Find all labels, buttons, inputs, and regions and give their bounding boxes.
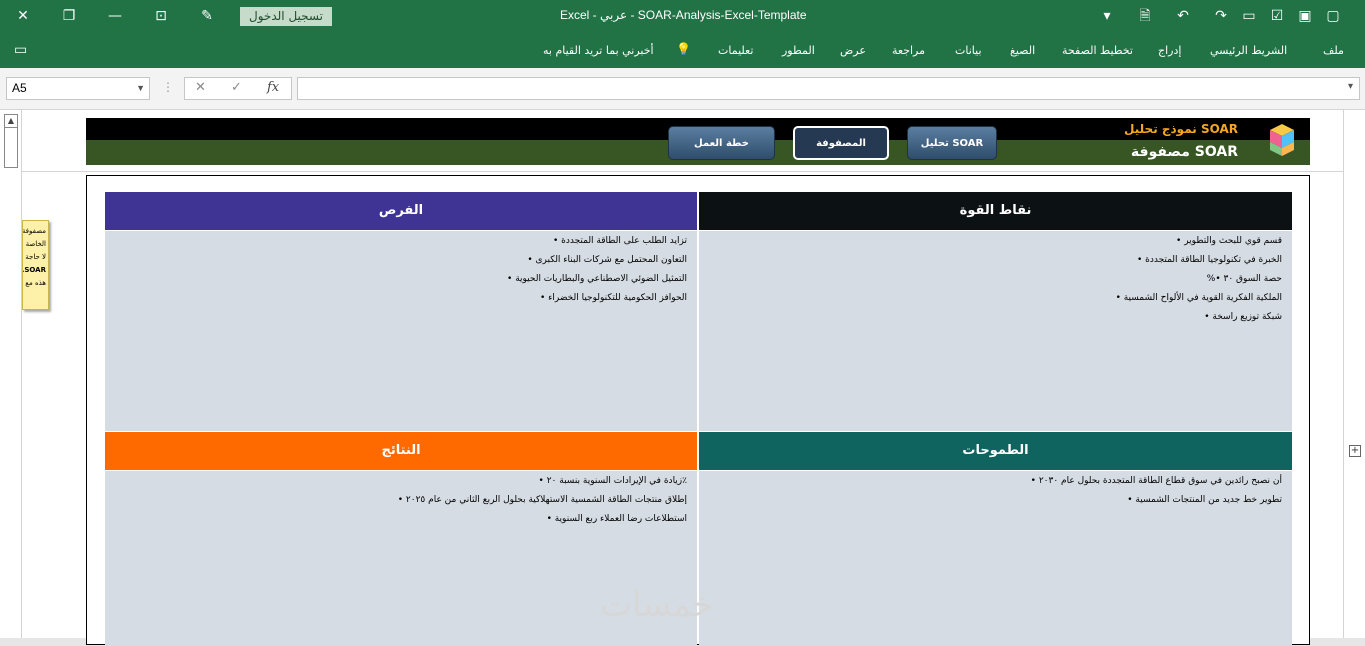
strengths-list[interactable]: قسم قوي للبحث والتطوير • الخبرة في تكنول… [699,231,1292,431]
tab-page-layout[interactable]: تخطيط الصفحة [1062,44,1133,57]
list-item: الحوافز الحكومية للتكنولوجيا الخضراء • [540,293,687,303]
title-bar: ✕ ❐ — ⊡ ✎ تسجيل الدخول Excel - عربي - SO… [0,0,1365,32]
insert-function-icon[interactable]: fx [267,80,279,95]
close-icon[interactable]: ✕ [0,0,46,32]
window-title: Excel - عربي - SOAR-Analysis-Excel-Templ… [560,8,807,22]
list-item: التمثيل الضوئي الاصطناعي والبطاريات الحي… [507,274,687,284]
opportunities-list[interactable]: تزايد الطلب على الطاقة المتجددة • التعاو… [105,231,697,431]
list-item: استطلاعات رضا العملاء ربع السنوية • [546,514,687,524]
tab-formulas[interactable]: الصيغ [1010,44,1035,57]
note-line: SOAR. [23,266,46,274]
worksheet[interactable]: ▲ + نموذج تحليل SOAR مصفوفة SOAR تحليل S… [0,110,1365,646]
list-item: ٪زيادة في الإيرادات السنوية بنسبة ٢٠ • [538,476,687,486]
list-item: قسم قوي للبحث والتطوير • [1176,236,1282,246]
ribbon: ▭ أخبرني بما تريد القيام به 💡 تعليمات ال… [0,32,1365,68]
note-line: لا حاجة [25,253,46,261]
aspirations-header: الطموحات [699,432,1292,470]
list-item: التعاون المحتمل مع شركات البناء الكبرى • [527,255,687,265]
name-box[interactable]: A5 ▼ [6,77,150,100]
sticky-note[interactable]: مصفوفة الخاصة لا حاجة SOAR. هذه مع [22,220,49,310]
formula-bar: A5 ▼ ⋮ ✕ ✓ fx ▾ [0,68,1365,110]
print-preview-icon[interactable]: 🗎 [1134,6,1156,26]
minimize-icon[interactable]: — [92,0,138,32]
template-header: نموذج تحليل SOAR مصفوفة SOAR تحليل SOAR … [86,118,1310,165]
list-item: الملكية الفكرية القوية في الألواح الشمسي… [1115,293,1282,303]
form-icon[interactable]: ☑ [1266,6,1288,26]
opportunities-header: الفرص [105,192,697,230]
tab-view[interactable]: عرض [840,44,866,57]
tab-home[interactable]: الشريط الرئيسي [1210,44,1287,57]
expand-plus-icon[interactable]: + [1349,445,1361,457]
ribbon-display-icon[interactable]: ⊡ [138,0,184,32]
comment-icon[interactable]: ▭ [14,42,27,58]
new-file-icon[interactable]: ▢ [1322,6,1344,26]
list-item: أن نصبح رائدين في سوق قطاع الطاقة المتجد… [1030,476,1282,486]
cancel-icon[interactable]: ✕ [195,80,206,95]
chevron-down-icon[interactable]: ▼ [136,78,145,99]
undo-icon[interactable]: ↶ [1172,6,1194,26]
expand-formula-icon[interactable]: ▾ [1348,81,1353,92]
enter-icon[interactable]: ✓ [231,80,242,95]
tab-data[interactable]: بيانات [955,44,982,57]
strengths-header: نقاط القوة [699,192,1292,230]
vertical-scrollbar[interactable]: ▲ [0,110,22,638]
list-item: حصة السوق ٣٠ •% [1206,274,1282,284]
results-header: النتائج [105,432,697,470]
signin-button[interactable]: تسجيل الدخول [240,7,332,26]
row-divider [22,171,1343,172]
scroll-thumb[interactable] [4,128,18,168]
aspirations-list[interactable]: أن نصبح رائدين في سوق قطاع الطاقة المتجد… [699,471,1292,646]
page-title: مصفوفة SOAR [1130,144,1238,160]
cube-logo-icon [1270,124,1294,156]
note-line: الخاصة [25,240,46,248]
restore-icon[interactable]: ❐ [46,0,92,32]
open-icon[interactable]: ▭ [1238,6,1260,26]
watermark-logo: خمسات [600,585,714,625]
save-icon[interactable]: ▣ [1294,6,1316,26]
nav-matrix-button[interactable]: المصفوفة [793,126,889,160]
tab-developer[interactable]: المطور [782,44,815,57]
pen-icon[interactable]: ✎ [184,0,230,32]
tab-review[interactable]: مراجعة [892,44,925,57]
lightbulb-icon: 💡 [676,42,691,56]
list-item: الخبرة في تكنولوجيا الطاقة المتجددة • [1136,255,1282,265]
name-box-value: A5 [12,81,27,95]
tab-help[interactable]: تعليمات [718,44,753,57]
customize-qat-icon[interactable]: ▾ [1096,6,1118,26]
soar-matrix: نقاط القوة الفرص قسم قوي للبحث والتطوير … [86,175,1310,646]
note-line: مصفوفة [22,227,46,235]
nav-action-plan-button[interactable]: خطة العمل [668,126,775,160]
list-item: تطوير خط جديد من المنتجات الشمسية • [1127,495,1282,505]
note-line: هذه مع [25,279,46,287]
list-item: إطلاق منتجات الطاقة الشمسية الاستهلاكية … [397,495,687,505]
tab-insert[interactable]: إدراج [1158,44,1181,57]
list-item: شبكة توزيع راسخة • [1204,312,1282,322]
redo-icon[interactable]: ↷ [1210,6,1232,26]
row-header-bar: + [1343,110,1365,638]
formula-input[interactable]: ▾ [297,77,1360,100]
tab-file[interactable]: ملف [1323,44,1344,57]
formula-buttons: ✕ ✓ fx [184,77,292,100]
list-item: تزايد الطلب على الطاقة المتجددة • [552,236,687,246]
scroll-up-icon[interactable]: ▲ [4,114,18,128]
nav-soar-analysis-button[interactable]: تحليل SOAR [907,126,997,160]
more-icon: ⋮ [162,80,174,94]
tell-me-search[interactable]: أخبرني بما تريد القيام به [543,44,654,57]
template-title: نموذج تحليل SOAR [1124,122,1238,136]
